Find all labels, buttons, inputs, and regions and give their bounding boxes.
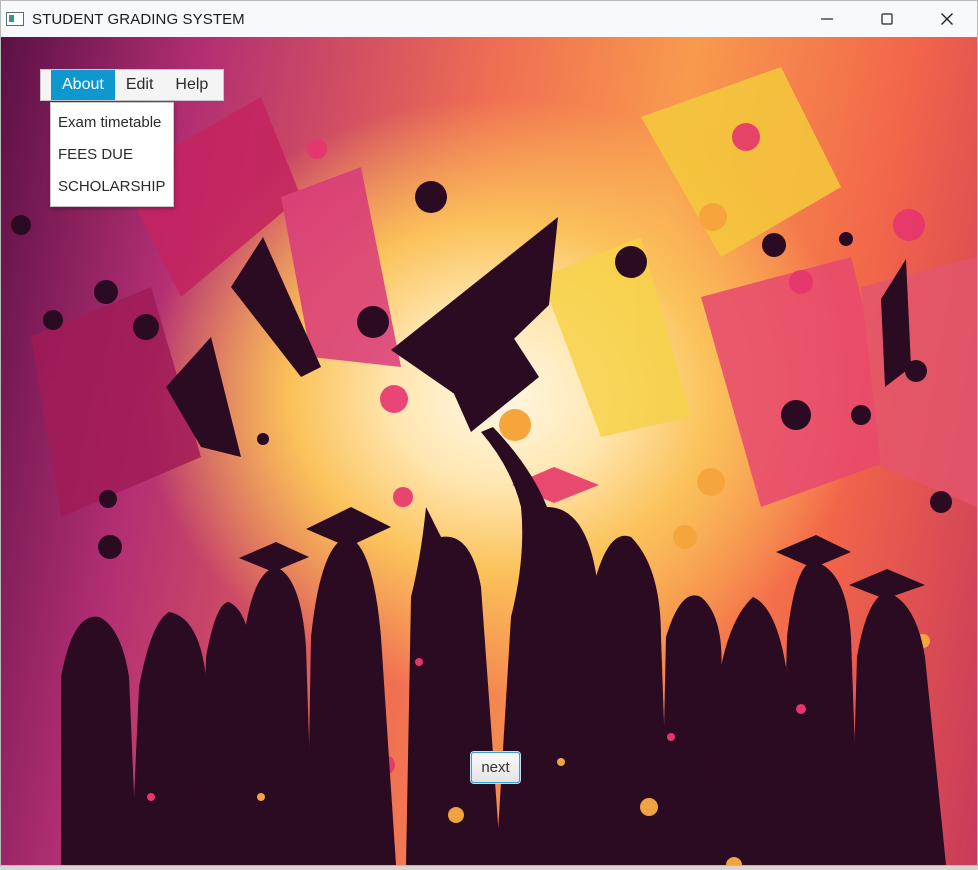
menu-item-fees-due[interactable]: FEES DUE [51, 139, 173, 171]
app-icon [6, 12, 24, 26]
menu-help[interactable]: Help [164, 70, 219, 100]
menu-bar: About Edit Help [40, 69, 224, 101]
next-button[interactable]: next [471, 752, 520, 783]
close-icon [941, 13, 953, 25]
menu-edit[interactable]: Edit [115, 70, 165, 100]
minimize-button[interactable] [797, 1, 857, 37]
window-title: STUDENT GRADING SYSTEM [32, 10, 245, 28]
close-button[interactable] [917, 1, 977, 37]
maximize-button[interactable] [857, 1, 917, 37]
menu-item-scholarship[interactable]: SCHOLARSHIP [51, 171, 173, 203]
title-bar[interactable]: STUDENT GRADING SYSTEM [1, 1, 977, 37]
maximize-icon [881, 13, 893, 25]
app-window: STUDENT GRADING SYSTEM About Edit Help E… [0, 0, 978, 866]
window-controls [797, 1, 977, 37]
about-dropdown-menu: Exam timetable FEES DUE SCHOLARSHIP [50, 102, 174, 207]
minimize-icon [821, 18, 833, 20]
menu-about[interactable]: About [51, 70, 115, 100]
menu-item-exam-timetable[interactable]: Exam timetable [51, 107, 173, 139]
